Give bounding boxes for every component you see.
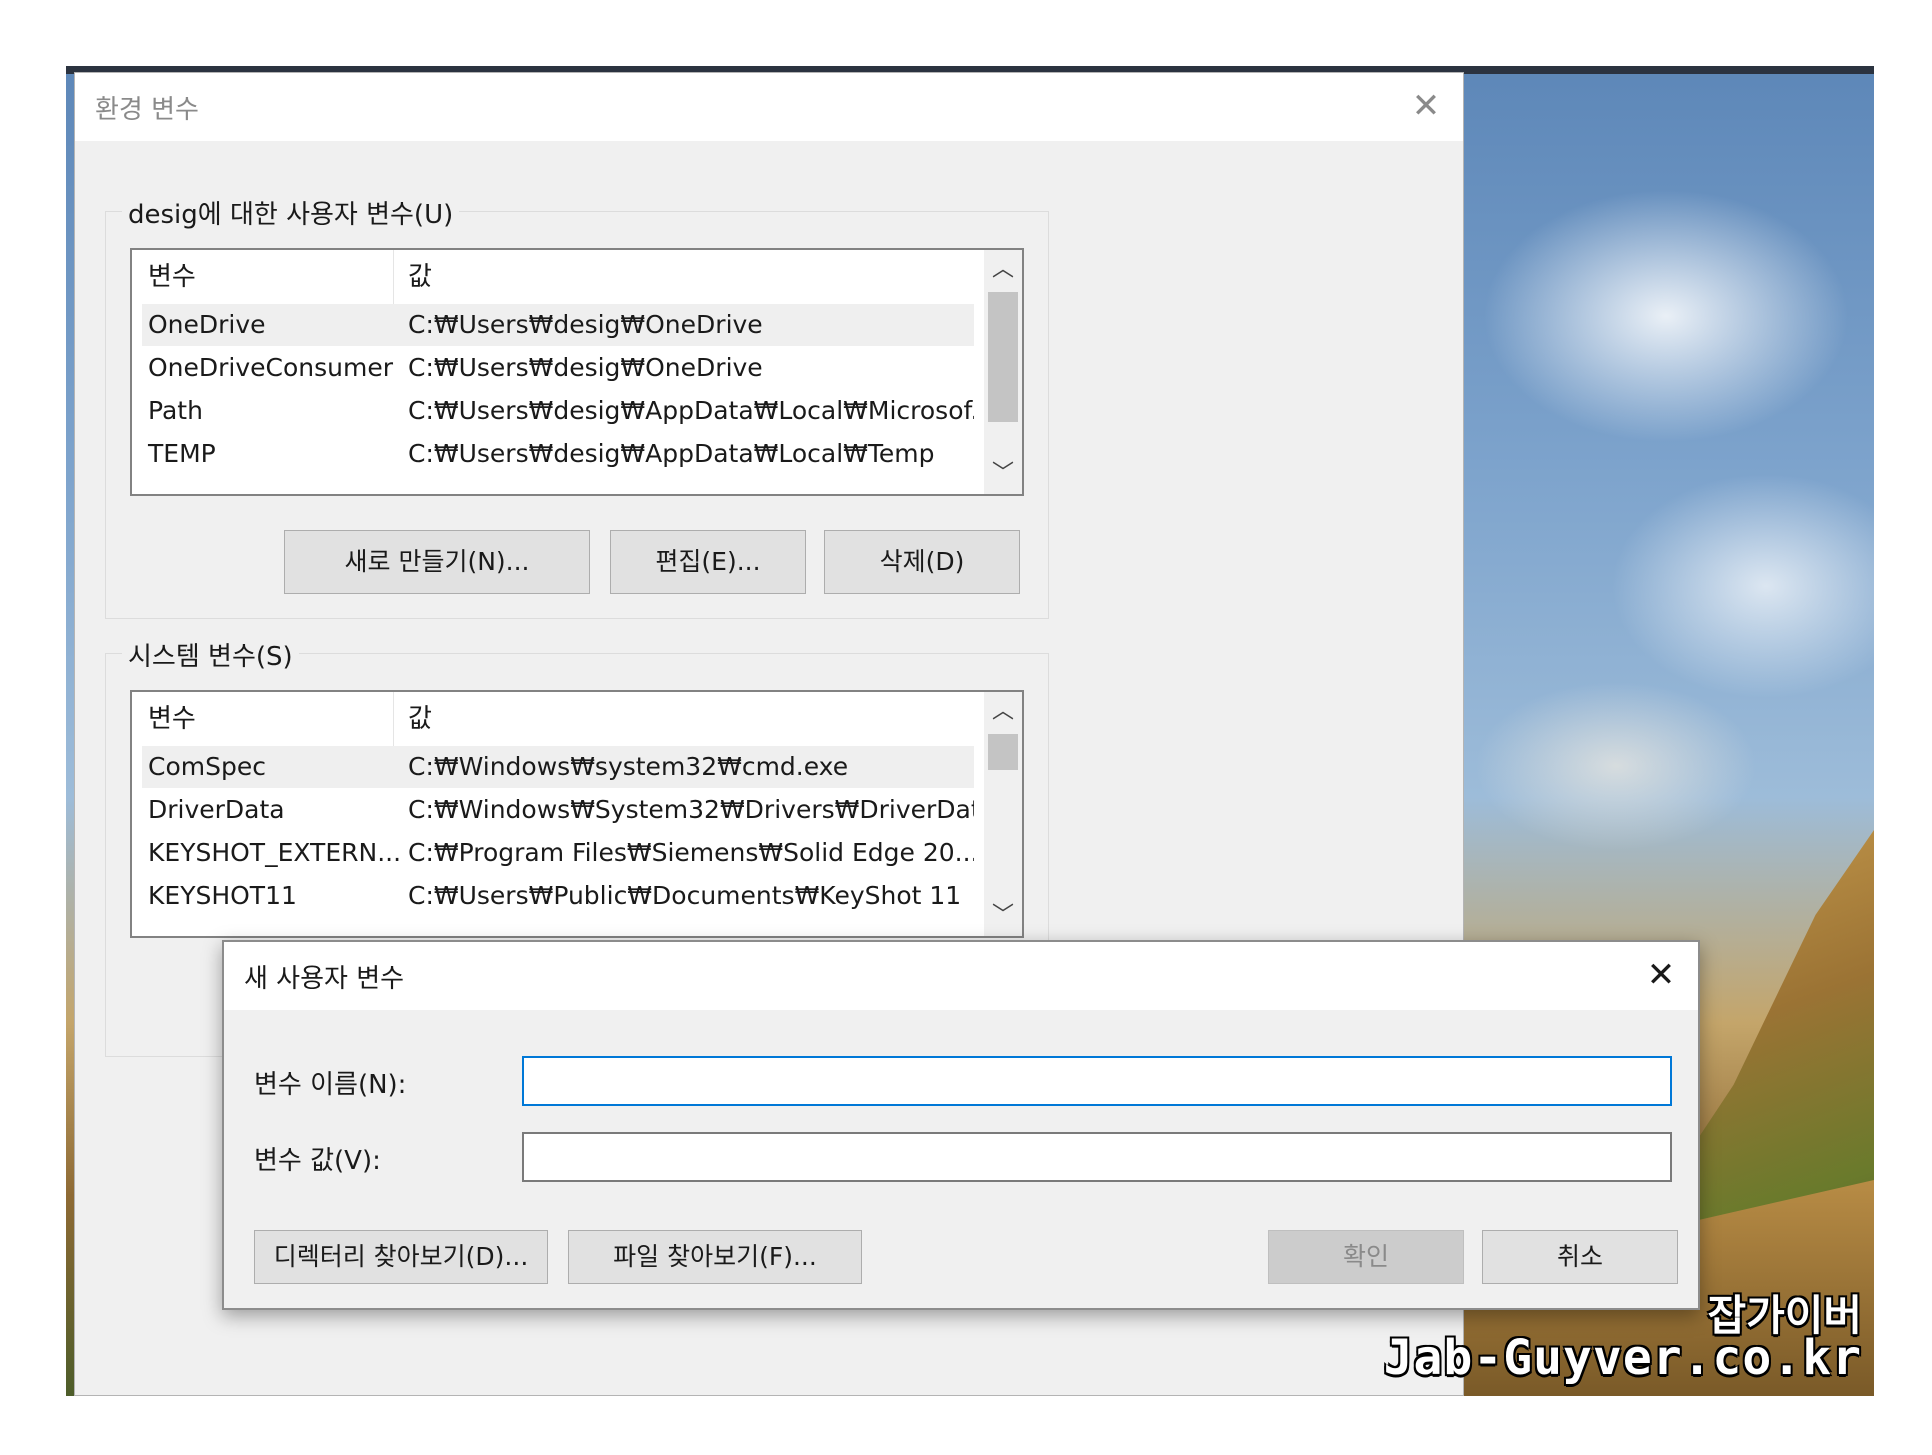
table-row[interactable]: KEYSHOT11 C:₩Users₩Public₩Documents₩KeyS… — [142, 875, 974, 917]
column-header-value[interactable]: 값 — [394, 250, 974, 304]
variable-name: DriverData — [148, 795, 285, 824]
scroll-down-icon[interactable]: ﹀ — [984, 896, 1022, 936]
scroll-up-icon[interactable]: ︿ — [984, 692, 1022, 732]
variable-value: C:₩Users₩desig₩AppData₩Local₩Microsof... — [408, 396, 974, 425]
close-icon: ✕ — [1411, 86, 1441, 126]
variable-name-input[interactable] — [522, 1056, 1672, 1106]
variable-value: C:₩Program Files₩Siemens₩Solid Edge 20..… — [408, 838, 974, 867]
table-row[interactable]: DriverData C:₩Windows₩System32₩Drivers₩D… — [142, 789, 974, 831]
variable-name: OneDriveConsumer — [148, 353, 394, 382]
watermark-url: Jab-Guyver.co.kr — [1383, 1330, 1862, 1386]
env-close-button[interactable]: ✕ — [1403, 83, 1449, 129]
variable-value: C:₩Windows₩System32₩Drivers₩DriverData — [408, 795, 974, 824]
browse-file-button[interactable]: 파일 찾아보기(F)... — [568, 1230, 862, 1284]
variable-value-input[interactable] — [522, 1132, 1672, 1182]
table-row[interactable]: KEYSHOT_EXTERN... C:₩Program Files₩Sieme… — [142, 832, 974, 874]
variable-name: KEYSHOT11 — [148, 881, 297, 910]
edit-user-variable-button[interactable]: 편집(E)... — [610, 530, 806, 594]
variable-value: C:₩Windows₩system32₩cmd.exe — [408, 752, 849, 781]
variable-name-label: 변수 이름(N): — [254, 1070, 407, 1100]
list-header: 변수 값 — [132, 692, 974, 746]
variable-name: ComSpec — [148, 752, 266, 781]
new-user-variable-dialog: 새 사용자 변수 ✕ 변수 이름(N): 변수 값(V): 디렉터리 찾아보기(… — [222, 940, 1700, 1310]
variable-value: C:₩Users₩desig₩OneDrive — [408, 353, 763, 382]
variable-name: Path — [148, 396, 203, 425]
table-row[interactable]: TEMP C:₩Users₩desig₩AppData₩Local₩Temp — [142, 433, 974, 475]
new-dialog-titlebar: 새 사용자 변수 ✕ — [224, 942, 1698, 1010]
scroll-down-icon[interactable]: ﹀ — [984, 454, 1022, 494]
table-row[interactable]: OneDrive C:₩Users₩desig₩OneDrive — [142, 304, 974, 346]
new-dialog-title: 새 사용자 변수 — [244, 964, 405, 994]
new-dialog-close-button[interactable]: ✕ — [1636, 950, 1686, 1000]
variable-value: C:₩Users₩desig₩OneDrive — [408, 310, 763, 339]
variable-name: KEYSHOT_EXTERN... — [148, 838, 402, 867]
column-header-variable[interactable]: 변수 — [132, 692, 394, 746]
browse-directory-button[interactable]: 디렉터리 찾아보기(D)... — [254, 1230, 548, 1284]
user-variables-group: desig에 대한 사용자 변수(U) 변수 값 OneDrive C:₩Use… — [105, 194, 1049, 619]
table-row[interactable]: Path C:₩Users₩desig₩AppData₩Local₩Micros… — [142, 390, 974, 432]
variable-value: C:₩Users₩Public₩Documents₩KeyShot 11 — [408, 881, 962, 910]
table-row[interactable]: ComSpec C:₩Windows₩system32₩cmd.exe — [142, 746, 974, 788]
env-titlebar: 환경 변수 ✕ — [75, 73, 1463, 141]
close-icon: ✕ — [1646, 955, 1676, 995]
system-variables-list[interactable]: 변수 값 ComSpec C:₩Windows₩system32₩cmd.exe… — [130, 690, 1024, 938]
cancel-button[interactable]: 취소 — [1482, 1230, 1678, 1284]
delete-user-variable-button[interactable]: 삭제(D) — [824, 530, 1020, 594]
user-variables-label: desig에 대한 사용자 변수(U) — [122, 194, 460, 231]
column-header-variable[interactable]: 변수 — [132, 250, 394, 304]
ok-button[interactable]: 확인 — [1268, 1230, 1464, 1284]
new-user-variable-button[interactable]: 새로 만들기(N)... — [284, 530, 590, 594]
scroll-thumb[interactable] — [988, 734, 1018, 770]
column-header-value[interactable]: 값 — [394, 692, 974, 746]
table-row[interactable]: OneDriveConsumer C:₩Users₩desig₩OneDrive — [142, 347, 974, 389]
scroll-up-icon[interactable]: ︿ — [984, 250, 1022, 290]
user-variables-list[interactable]: 변수 값 OneDrive C:₩Users₩desig₩OneDrive On… — [130, 248, 1024, 496]
user-list-scrollbar[interactable]: ︿ ﹀ — [984, 250, 1022, 494]
variable-value: C:₩Users₩desig₩AppData₩Local₩Temp — [408, 439, 935, 468]
list-header: 변수 값 — [132, 250, 974, 304]
system-variables-label: 시스템 변수(S) — [122, 636, 299, 673]
env-dialog-title: 환경 변수 — [95, 95, 199, 125]
variable-name: OneDrive — [148, 310, 266, 339]
scroll-thumb[interactable] — [988, 292, 1018, 422]
variable-value-label: 변수 값(V): — [254, 1146, 381, 1176]
variable-name: TEMP — [148, 439, 216, 468]
system-list-scrollbar[interactable]: ︿ ﹀ — [984, 692, 1022, 936]
